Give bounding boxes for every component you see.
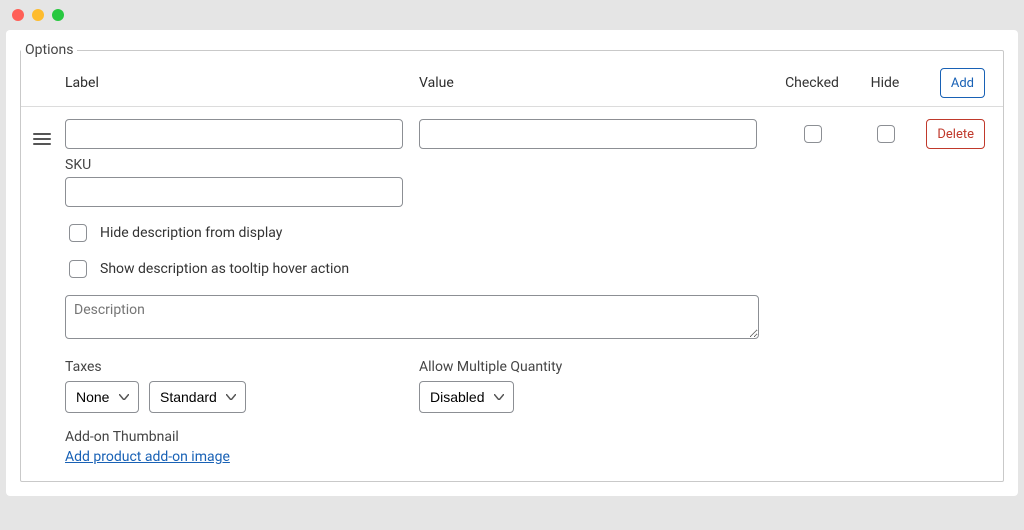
- hide-description-row: Hide description from display: [21, 215, 1003, 251]
- tooltip-description-row: Show description as tooltip hover action: [21, 251, 1003, 287]
- checked-checkbox[interactable]: [804, 125, 822, 143]
- column-header-checked: Checked: [773, 75, 851, 91]
- tooltip-description-checkbox[interactable]: [69, 260, 87, 278]
- add-button[interactable]: Add: [940, 68, 985, 98]
- tooltip-description-label: Show description as tooltip hover action: [100, 261, 349, 277]
- value-input[interactable]: [419, 119, 757, 149]
- content: Options Label Value Checked Hide Add: [6, 30, 1018, 496]
- description-wrap: [21, 287, 1003, 351]
- minimize-icon[interactable]: [32, 9, 44, 21]
- drag-handle-icon[interactable]: [33, 133, 51, 145]
- taxes-column: Taxes None Standard: [65, 359, 419, 413]
- multiple-qty-label: Allow Multiple Quantity: [419, 359, 757, 375]
- taxes-select-1[interactable]: None: [65, 381, 139, 413]
- delete-button[interactable]: Delete: [926, 119, 985, 149]
- maximize-icon[interactable]: [52, 9, 64, 21]
- taxes-select-2[interactable]: Standard: [149, 381, 246, 413]
- hide-checkbox[interactable]: [877, 125, 895, 143]
- thumbnail-block: Add-on Thumbnail Add product add-on imag…: [21, 421, 1003, 481]
- sku-block: SKU: [21, 153, 1003, 215]
- column-header-hide: Hide: [851, 75, 919, 91]
- app-window: Options Label Value Checked Hide Add: [0, 0, 1024, 530]
- multiple-qty-select[interactable]: Disabled: [419, 381, 514, 413]
- label-input[interactable]: [65, 119, 403, 149]
- table-header: Label Value Checked Hide Add: [21, 58, 1003, 106]
- sku-input[interactable]: [65, 177, 403, 207]
- multiple-qty-column: Allow Multiple Quantity Disabled: [419, 359, 773, 413]
- option-row: Delete: [21, 107, 1003, 153]
- options-fieldset: Options Label Value Checked Hide Add: [20, 42, 1004, 482]
- hide-description-label: Hide description from display: [100, 225, 282, 241]
- close-icon[interactable]: [12, 9, 24, 21]
- thumbnail-label: Add-on Thumbnail: [65, 429, 991, 445]
- sku-label: SKU: [65, 157, 991, 173]
- taxes-label: Taxes: [65, 359, 403, 375]
- column-header-value: Value: [419, 75, 773, 91]
- column-header-label: Label: [65, 75, 419, 91]
- select-row: Taxes None Standard Allow Multiple Quant…: [21, 351, 1003, 421]
- titlebar: [0, 0, 1024, 30]
- options-legend: Options: [21, 42, 77, 58]
- description-textarea[interactable]: [65, 295, 759, 339]
- add-thumbnail-link[interactable]: Add product add-on image: [65, 449, 230, 465]
- hide-description-checkbox[interactable]: [69, 224, 87, 242]
